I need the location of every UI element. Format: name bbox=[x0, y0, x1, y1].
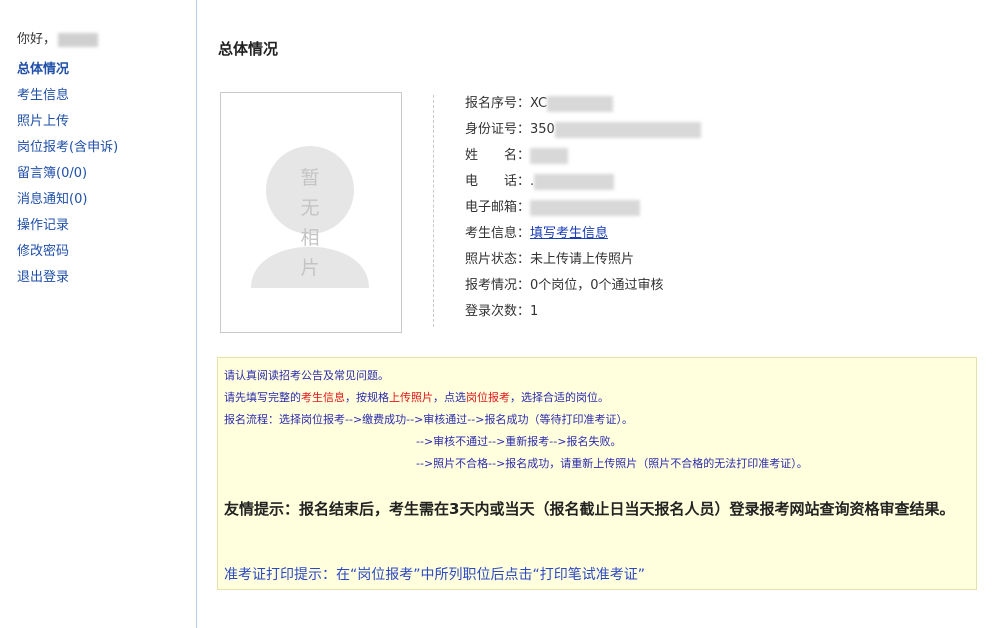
page-title: 总体情况 bbox=[218, 40, 279, 58]
notice-text: 请先填写完整的 bbox=[224, 391, 301, 404]
fill-candidate-info-link[interactable]: 填写考生信息 bbox=[530, 226, 608, 241]
id-label: 身份证号： bbox=[465, 122, 531, 137]
phone-redacted bbox=[534, 173, 615, 190]
sidebar-item-notifications[interactable]: 消息通知(0) bbox=[17, 191, 118, 217]
main-content: 总体情况 暂 无 相 片 报名序号：XC 身份证号：350 姓 名： 电 话：.… bbox=[217, 0, 978, 628]
photo-char-3: 相 bbox=[300, 227, 319, 249]
greeting-label: 你好， bbox=[17, 32, 57, 47]
sidebar-item-change-password[interactable]: 修改密码 bbox=[17, 243, 118, 269]
avatar-placeholder-icon: 暂 无 相 片 bbox=[251, 146, 369, 288]
notice-line-4: -->审核不通过-->重新报考-->报名失败。 bbox=[416, 435, 622, 448]
name-redacted bbox=[530, 147, 569, 164]
photo-char-4: 片 bbox=[300, 257, 319, 279]
notice-link-upload-photo[interactable]: 上传照片 bbox=[389, 391, 433, 404]
info-row-email: 电子邮箱： bbox=[465, 196, 701, 222]
notice-text: ，选择合适的岗位。 bbox=[510, 391, 609, 404]
email-redacted bbox=[530, 199, 641, 216]
friendly-tip: 友情提示：报名结束后，考生需在3天内或当天（报名截止日当天报名人员）登录报考网站… bbox=[224, 500, 955, 518]
info-row-id: 身份证号：350 bbox=[465, 118, 701, 144]
info-row-reg-no: 报名序号：XC bbox=[465, 92, 701, 118]
info-row-candidate: 考生信息：填写考生信息 bbox=[465, 222, 701, 248]
sidebar-item-photo-upload[interactable]: 照片上传 bbox=[17, 113, 118, 139]
login-count-label: 登录次数： bbox=[465, 304, 531, 319]
info-panel: 报名序号：XC 身份证号：350 姓 名： 电 话：. 电子邮箱： 考生信息：填… bbox=[465, 92, 701, 326]
sidebar-item-operation-log[interactable]: 操作记录 bbox=[17, 217, 118, 243]
id-value: 350 bbox=[530, 122, 555, 137]
notice-line-2: 请先填写完整的考生信息，按规格上传照片，点选岗位报考，选择合适的岗位。 bbox=[224, 389, 609, 405]
notice-link-position-apply[interactable]: 岗位报考 bbox=[466, 391, 510, 404]
sidebar-item-guestbook[interactable]: 留言簿(0/0) bbox=[17, 165, 118, 191]
reg-no-label: 报名序号： bbox=[465, 96, 531, 111]
photo-char-2: 无 bbox=[300, 197, 319, 219]
photo-placeholder: 暂 无 相 片 bbox=[220, 92, 402, 333]
apply-status-label: 报考情况： bbox=[465, 278, 531, 293]
reg-no-redacted bbox=[547, 95, 614, 112]
info-row-photo-status: 照片状态：未上传请上传照片 bbox=[465, 248, 701, 274]
info-row-login-count: 登录次数：1 bbox=[465, 300, 701, 326]
sidebar-item-candidate-info[interactable]: 考生信息 bbox=[17, 87, 118, 113]
photo-char-1: 暂 bbox=[300, 167, 319, 189]
notice-line-1: 请认真阅读招考公告及常见问题。 bbox=[224, 369, 389, 382]
notice-text: ，按规格 bbox=[345, 391, 389, 404]
greeting: 你好， bbox=[17, 28, 99, 47]
info-row-name: 姓 名： bbox=[465, 144, 701, 170]
phone-label: 电 话： bbox=[465, 174, 531, 189]
photo-status-value: 未上传请上传照片 bbox=[530, 252, 635, 267]
info-row-apply-status: 报考情况：0个岗位，0个通过审核 bbox=[465, 274, 701, 300]
sidebar-nav: 总体情况 考生信息 照片上传 岗位报考(含申诉) 留言簿(0/0) 消息通知(0… bbox=[17, 61, 118, 295]
name-label: 姓 名： bbox=[465, 148, 531, 163]
info-row-phone: 电 话：. bbox=[465, 170, 701, 196]
notice-line-3: 报名流程：选择岗位报考-->缴费成功-->审核通过-->报名成功（等待打印准考证… bbox=[224, 413, 633, 426]
reg-no-value: XC bbox=[530, 96, 548, 111]
notice-link-candidate-info[interactable]: 考生信息 bbox=[301, 391, 345, 404]
notice-line-5: -->照片不合格-->报名成功，请重新上传照片（照片不合格的无法打印准考证）。 bbox=[416, 457, 808, 470]
sidebar-item-position-apply[interactable]: 岗位报考(含申诉) bbox=[17, 139, 118, 165]
apply-status-value: 0个岗位，0个通过审核 bbox=[530, 278, 664, 293]
email-label: 电子邮箱： bbox=[465, 200, 531, 215]
sidebar-item-overview[interactable]: 总体情况 bbox=[17, 61, 118, 87]
divider bbox=[433, 95, 434, 327]
candidate-info-label: 考生信息： bbox=[465, 226, 531, 241]
photo-status-label: 照片状态： bbox=[465, 252, 531, 267]
sidebar: 你好， 总体情况 考生信息 照片上传 岗位报考(含申诉) 留言簿(0/0) 消息… bbox=[0, 0, 197, 628]
id-redacted bbox=[554, 121, 701, 138]
notice-box: 请认真阅读招考公告及常见问题。 请先填写完整的考生信息，按规格上传照片，点选岗位… bbox=[217, 357, 977, 590]
notice-text: ，点选 bbox=[433, 391, 466, 404]
sidebar-item-logout[interactable]: 退出登录 bbox=[17, 269, 118, 295]
print-tip: 准考证打印提示：在“岗位报考”中所列职位后点击“打印笔试准考证” bbox=[224, 567, 646, 583]
username-redacted bbox=[58, 32, 99, 47]
login-count-value: 1 bbox=[530, 304, 539, 319]
